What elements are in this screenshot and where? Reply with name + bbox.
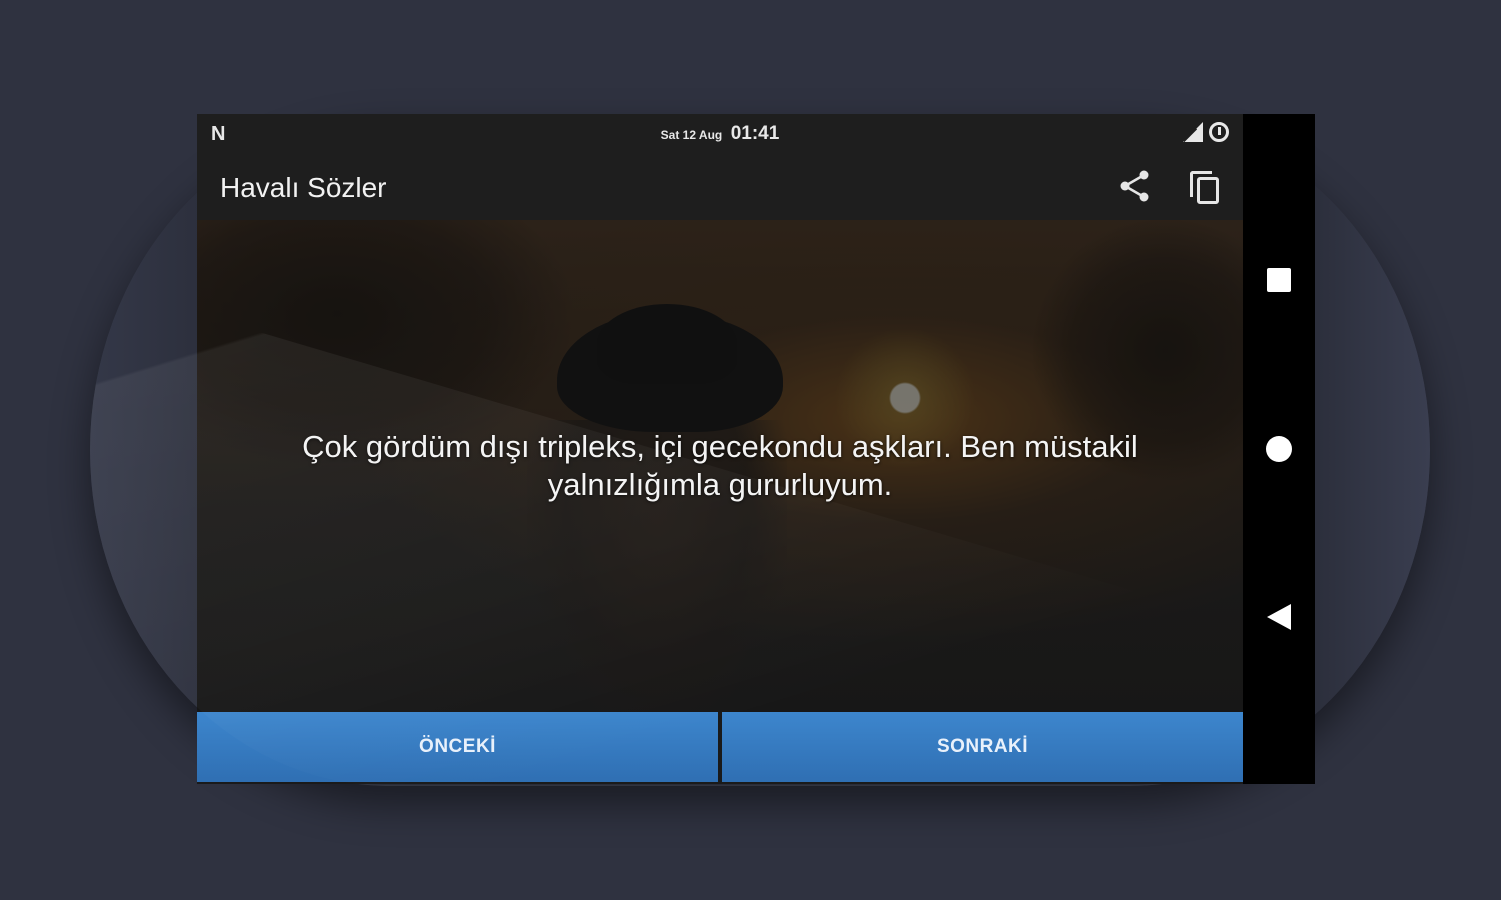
next-button[interactable]: SONRAKİ xyxy=(722,712,1243,782)
alarm-icon xyxy=(1209,122,1229,142)
status-bar: N Sat 12 Aug 01:41 xyxy=(197,114,1243,154)
back-button[interactable] xyxy=(1267,604,1291,630)
phone-right-edge xyxy=(1310,114,1430,786)
device-screen: N Sat 12 Aug 01:41 Havalı Sözler Çok gör… xyxy=(197,114,1315,784)
quote-background-image: Çok gördüm dışı tripleks, içi gecekondu … xyxy=(197,220,1243,712)
copy-button[interactable] xyxy=(1187,168,1223,206)
share-button[interactable] xyxy=(1117,168,1153,204)
status-time: 01:41 xyxy=(730,123,780,144)
previous-button[interactable]: ÖNCEKİ xyxy=(197,712,718,782)
status-clock: Sat 12 Aug 01:41 xyxy=(197,123,1243,145)
status-date: Sat 12 Aug xyxy=(660,128,723,142)
status-icons xyxy=(1183,122,1229,142)
home-button[interactable] xyxy=(1266,436,1292,462)
share-icon xyxy=(1120,170,1149,202)
copy-icon-front xyxy=(1197,177,1219,204)
navigation-buttons: ÖNCEKİ SONRAKİ xyxy=(197,712,1243,784)
recents-button[interactable] xyxy=(1267,268,1291,292)
app-title: Havalı Sözler xyxy=(220,172,387,203)
quote-text: Çok gördüm dışı tripleks, içi gecekondu … xyxy=(302,429,1138,502)
system-navigation-bar xyxy=(1243,114,1315,784)
app-toolbar: Havalı Sözler xyxy=(197,154,1243,220)
signal-icon xyxy=(1183,122,1203,142)
